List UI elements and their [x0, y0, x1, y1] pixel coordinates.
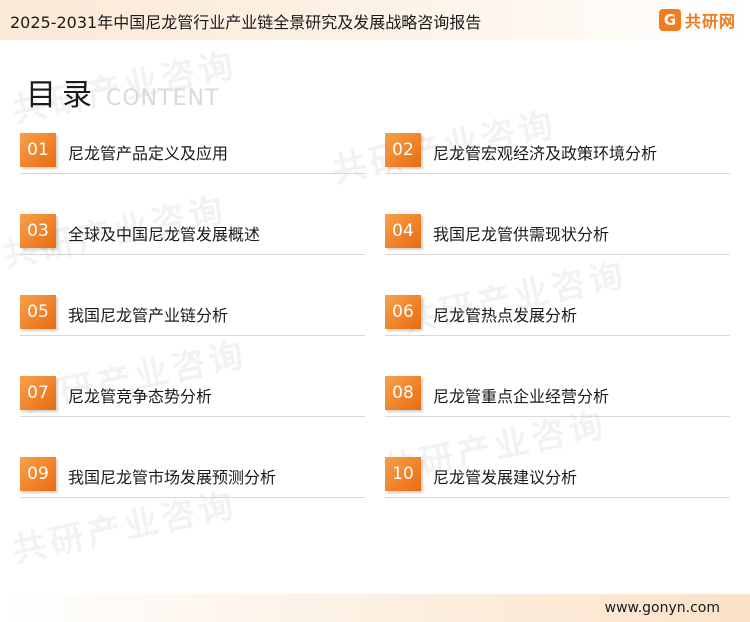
brand-g-icon: G — [658, 9, 681, 31]
divider — [385, 416, 730, 417]
toc-item-01[interactable]: 01 尼龙管产品定义及应用 — [20, 131, 365, 175]
divider — [20, 335, 365, 336]
toc-item-03[interactable]: 03 全球及中国尼龙管发展概述 — [20, 212, 365, 256]
toc-item-label: 尼龙管竞争态势分析 — [68, 387, 213, 406]
divider — [20, 497, 365, 498]
toc-item-label: 尼龙管发展建议分析 — [433, 468, 578, 487]
divider — [385, 497, 730, 498]
toc-title: 目录 — [26, 78, 98, 113]
toc-heading: 目录 CONTENT — [26, 70, 219, 114]
divider — [385, 173, 730, 174]
toc-item-number: 02 — [385, 133, 421, 167]
toc-item-06[interactable]: 06 尼龙管热点发展分析 — [385, 293, 730, 337]
divider — [385, 254, 730, 255]
toc-item-02[interactable]: 02 尼龙管宏观经济及政策环境分析 — [385, 131, 730, 175]
toc-item-number: 07 — [20, 376, 56, 410]
toc-item-number: 03 — [20, 214, 56, 248]
toc-item-label: 我国尼龙管产业链分析 — [68, 306, 229, 325]
toc-item-label: 我国尼龙管供需现状分析 — [433, 225, 610, 244]
toc-item-label: 全球及中国尼龙管发展概述 — [68, 225, 261, 244]
toc-item-10[interactable]: 10 尼龙管发展建议分析 — [385, 455, 730, 499]
toc-item-08[interactable]: 08 尼龙管重点企业经营分析 — [385, 374, 730, 418]
toc-item-label: 尼龙管产品定义及应用 — [68, 144, 229, 163]
toc-item-number: 04 — [385, 214, 421, 248]
footer-url[interactable]: www.gonyn.com — [605, 600, 720, 616]
report-title: 2025-2031年中国尼龙管行业产业链全景研究及发展战略咨询报告 — [10, 13, 482, 32]
toc-item-number: 09 — [20, 457, 56, 491]
report-footer: www.gonyn.com — [0, 594, 750, 622]
toc-item-09[interactable]: 09 我国尼龙管市场发展预测分析 — [20, 455, 365, 499]
toc-item-number: 10 — [385, 457, 421, 491]
brand-logo: G 共研网 — [658, 8, 736, 32]
toc-item-number: 08 — [385, 376, 421, 410]
toc-item-number: 06 — [385, 295, 421, 329]
brand-name: 共研网 — [684, 12, 736, 31]
toc-item-label: 尼龙管热点发展分析 — [433, 306, 578, 325]
toc-item-label: 我国尼龙管市场发展预测分析 — [68, 468, 277, 487]
toc-item-04[interactable]: 04 我国尼龙管供需现状分析 — [385, 212, 730, 256]
toc-item-label: 尼龙管宏观经济及政策环境分析 — [433, 144, 658, 163]
toc-item-number: 01 — [20, 133, 56, 167]
divider — [20, 254, 365, 255]
divider — [385, 335, 730, 336]
divider — [20, 173, 365, 174]
toc-item-07[interactable]: 07 尼龙管竞争态势分析 — [20, 374, 365, 418]
toc-item-label: 尼龙管重点企业经营分析 — [433, 387, 610, 406]
toc-item-number: 05 — [20, 295, 56, 329]
divider — [20, 416, 365, 417]
toc-item-05[interactable]: 05 我国尼龙管产业链分析 — [20, 293, 365, 337]
toc-subtitle: CONTENT — [106, 86, 220, 111]
report-header: 2025-2031年中国尼龙管行业产业链全景研究及发展战略咨询报告 G 共研网 — [0, 0, 750, 40]
